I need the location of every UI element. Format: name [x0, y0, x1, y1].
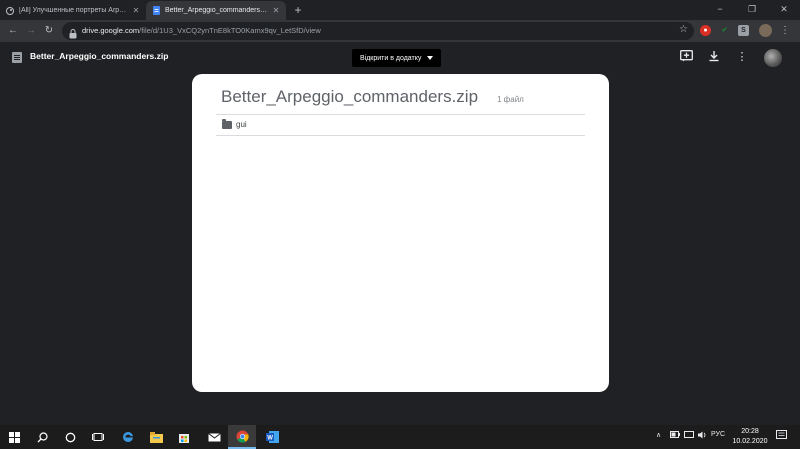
- mail-icon[interactable]: [200, 425, 228, 449]
- close-tab-icon[interactable]: ✕: [132, 6, 140, 15]
- windows-start-icon[interactable]: [0, 425, 28, 449]
- cortana-icon[interactable]: [56, 425, 84, 449]
- add-to-drive-icon[interactable]: [679, 50, 693, 64]
- open-with-button[interactable]: Відкрити в додатку: [352, 49, 442, 67]
- tab-title: Better_Arpeggio_commanders.zip: [165, 7, 268, 14]
- tab-steam-guide[interactable]: [All] Улучшенные портреты Arpeggio ✕: [0, 1, 146, 20]
- download-icon[interactable]: [707, 50, 721, 64]
- caret-down-icon: [427, 56, 434, 60]
- file-count: 1 файл: [497, 95, 524, 104]
- zip-title: Better_Arpeggio_commanders.zip: [221, 87, 479, 106]
- search-icon[interactable]: [28, 425, 56, 449]
- open-with-label: Відкрити в додатку: [360, 54, 422, 62]
- bookmark-star-icon[interactable]: ☆: [679, 24, 688, 35]
- battery-icon[interactable]: [670, 431, 680, 440]
- folder-icon: [222, 119, 232, 129]
- close-window-button[interactable]: ✕: [768, 0, 800, 20]
- divider: [216, 114, 585, 115]
- url-text[interactable]: drive.google.com/file/d/1U3_VxCQ2ynTnE8k…: [82, 22, 321, 40]
- browser-profile-avatar[interactable]: [759, 24, 772, 37]
- volume-icon[interactable]: [698, 431, 707, 441]
- steam-icon: [6, 6, 14, 15]
- zip-viewer-card: Better_Arpeggio_commanders.zip 1 файл gu…: [192, 74, 609, 392]
- tab-drive-file[interactable]: Better_Arpeggio_commanders.zip ✕: [146, 1, 286, 20]
- new-tab-button[interactable]: +: [291, 2, 305, 18]
- chrome-menu-icon[interactable]: ⋮: [780, 23, 790, 39]
- tab-strip: [All] Улучшенные портреты Arpeggio ✕ Bet…: [0, 0, 800, 20]
- url-path: /file/d/1U3_VxCQ2ynTnE8kTO0Kamx9qv_LetSf…: [139, 26, 321, 35]
- svg-text:W: W: [267, 436, 273, 442]
- close-tab-icon[interactable]: ✕: [272, 6, 280, 15]
- network-icon[interactable]: [684, 431, 694, 441]
- chrome-icon[interactable]: [228, 425, 256, 449]
- more-options-icon[interactable]: ⋮: [735, 50, 749, 64]
- reload-button[interactable]: ↻: [42, 23, 56, 39]
- windows-taskbar: W ∧ РУС 20:28 10.02.2020: [0, 425, 800, 449]
- url-host: drive.google.com: [82, 26, 140, 35]
- file-name: Better_Arpeggio_commanders.zip: [30, 51, 169, 61]
- clock-time: 20:28: [741, 428, 759, 435]
- extension-s-icon[interactable]: S: [738, 25, 749, 36]
- show-hidden-icons-icon[interactable]: ∧: [656, 431, 661, 439]
- forward-button[interactable]: →: [24, 23, 38, 39]
- clock[interactable]: 20:28 10.02.2020: [728, 427, 772, 447]
- minimize-button[interactable]: −: [704, 0, 736, 20]
- address-bar[interactable]: drive.google.com/file/d/1U3_VxCQ2ynTnE8k…: [62, 22, 694, 40]
- task-view-icon[interactable]: [84, 425, 112, 449]
- extension-shield-icon[interactable]: ✔: [719, 25, 730, 36]
- folder-name: gui: [236, 120, 247, 129]
- notifications-icon[interactable]: [776, 430, 787, 443]
- store-icon[interactable]: [170, 425, 198, 449]
- google-docs-icon: [152, 6, 160, 15]
- extension-adblock-icon[interactable]: ●: [700, 25, 711, 36]
- drive-viewer-header: Better_Arpeggio_commanders.zip Відкрити …: [0, 42, 800, 72]
- browser-toolbar: ← → ↻ drive.google.com/file/d/1U3_VxCQ2y…: [0, 20, 800, 42]
- edge-icon[interactable]: [114, 425, 142, 449]
- clock-date: 10.02.2020: [732, 438, 768, 445]
- maximize-button[interactable]: ❐: [736, 0, 768, 20]
- list-item[interactable]: gui: [216, 116, 585, 136]
- account-avatar[interactable]: [764, 49, 782, 67]
- back-button[interactable]: ←: [6, 23, 20, 39]
- lock-icon[interactable]: [69, 26, 77, 39]
- tab-title: [All] Улучшенные портреты Arpeggio: [19, 7, 128, 14]
- file-explorer-icon[interactable]: [142, 425, 170, 449]
- word-icon[interactable]: W: [258, 425, 286, 449]
- language-indicator[interactable]: РУС: [711, 431, 725, 438]
- document-icon: [12, 52, 22, 63]
